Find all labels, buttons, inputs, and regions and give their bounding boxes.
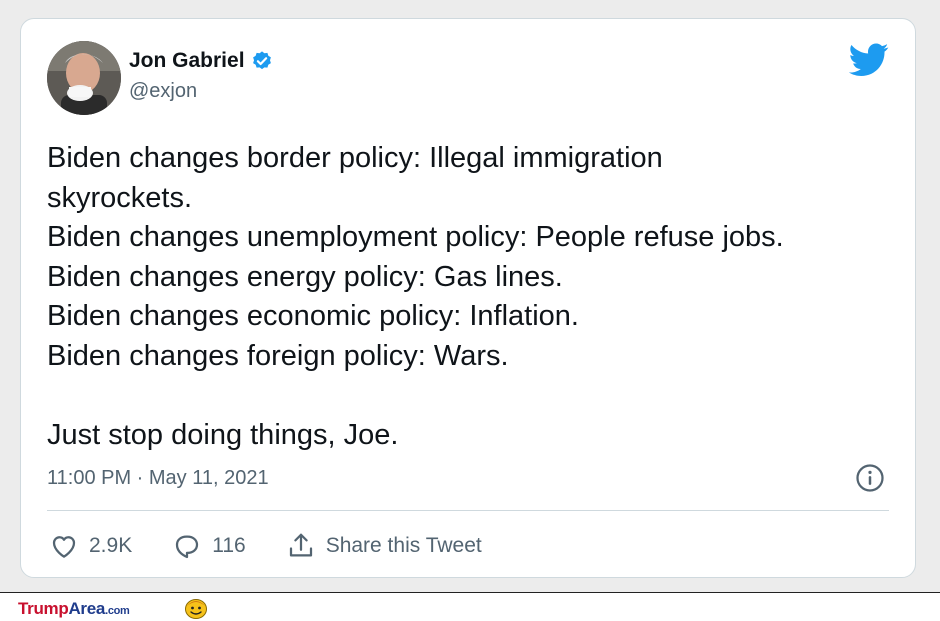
site-brand-logo[interactable]: TrumpArea.com (18, 599, 130, 619)
reply-count: 116 (212, 534, 246, 557)
smiley-logo-icon (185, 599, 207, 619)
brand-com-text: .com (105, 605, 130, 617)
tweet-text-line: Just stop doing things, Joe. (47, 418, 399, 451)
tweet-actions: 2.9K 116 Share this Tweet (49, 531, 522, 561)
like-count: 2.9K (89, 534, 133, 557)
verified-badge-icon (252, 51, 271, 70)
divider (47, 510, 889, 511)
site-footer: TrumpArea.com (0, 592, 940, 621)
tweet-card: Jon Gabriel @exjon Biden changes border … (20, 18, 916, 578)
tweet-text-line: skyrockets. (47, 181, 193, 214)
author-name[interactable]: Jon Gabriel (129, 49, 245, 73)
tweet-text-line: Biden changes foreign policy: Wars. (47, 339, 509, 372)
heart-icon (52, 536, 76, 558)
tweet-timestamp[interactable]: 11:00 PM · May 11, 2021 (47, 467, 269, 490)
share-icon (289, 533, 312, 557)
tweet-text-line: Biden changes economic policy: Inflation… (47, 300, 579, 332)
share-button[interactable]: Share this Tweet (286, 531, 482, 561)
author-handle[interactable]: @exjon (129, 80, 197, 103)
share-label: Share this Tweet (325, 534, 482, 557)
tweet-text-line: Biden changes unemployment policy: Peopl… (47, 221, 784, 253)
author-name-row[interactable]: Jon Gabriel (129, 49, 273, 73)
twitter-bird-icon[interactable] (849, 43, 889, 77)
tweet-text-line: Biden changes energy policy: Gas lines. (47, 260, 563, 293)
avatar-photo (47, 41, 121, 115)
avatar[interactable] (47, 41, 121, 115)
brand-trump-text: Trump (18, 599, 69, 618)
brand-area-text: Area (68, 599, 106, 618)
reply-icon (176, 535, 199, 559)
tweet-text: Biden changes border policy: Illegal imm… (47, 139, 897, 455)
tweet-text-line: Biden changes border policy: Illegal imm… (47, 142, 663, 174)
reply-button[interactable]: 116 (172, 531, 246, 561)
info-icon[interactable] (855, 463, 885, 493)
like-button[interactable]: 2.9K (49, 531, 132, 561)
